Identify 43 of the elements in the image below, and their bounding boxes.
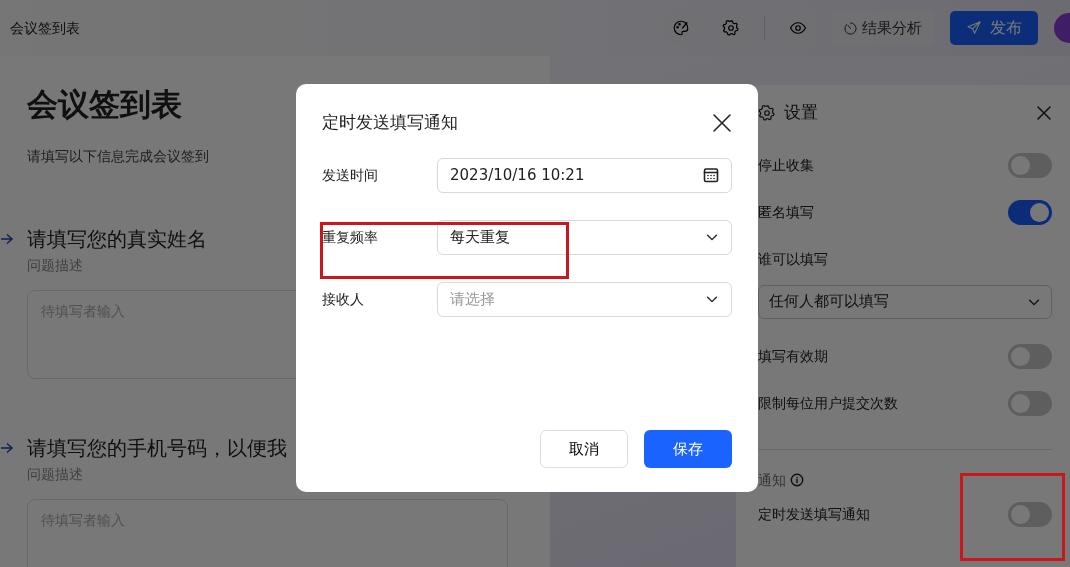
setting-label: 匿名填写: [758, 202, 814, 222]
setting-label: 填写有效期: [758, 346, 828, 366]
panel-title: 设置: [784, 101, 818, 124]
dialog-title: 定时发送填写通知: [322, 111, 458, 134]
toggle-switch[interactable]: [1008, 501, 1052, 527]
cancel-button[interactable]: 取消: [540, 430, 628, 468]
settings-icon: [758, 103, 776, 122]
settings-icon: [722, 19, 740, 37]
save-button[interactable]: 保存: [644, 430, 732, 468]
form-title: 会议签到表: [27, 85, 182, 124]
question-title: 请填写您的真实姓名: [27, 226, 207, 253]
palette-icon: [672, 19, 690, 37]
setting-label: 谁可以填写: [758, 249, 828, 269]
calendar-icon: [703, 167, 719, 183]
field-label: 接收人: [322, 289, 365, 309]
toggle-switch[interactable]: [1008, 390, 1052, 416]
avatar[interactable]: [1054, 13, 1070, 43]
toggle-switch[interactable]: [1008, 199, 1052, 225]
send-icon: [966, 20, 982, 36]
setting-label: 停止收集: [758, 155, 814, 175]
app-title: 会议签到表: [10, 18, 80, 38]
date-field[interactable]: 2023/10/16 10:21: [437, 157, 732, 193]
info-icon: [790, 473, 804, 487]
select-field[interactable]: 每天重复: [437, 219, 732, 255]
eye-icon: [789, 19, 807, 37]
close-icon: [712, 112, 732, 133]
question-title: 请填写您的手机号码，以便我: [27, 435, 287, 462]
setting-label: 定时发送填写通知: [758, 504, 870, 524]
timer-icon: [843, 20, 858, 36]
section-heading: 通知: [758, 470, 786, 490]
arrow-icon: [0, 442, 14, 454]
toggle-switch[interactable]: [1008, 152, 1052, 178]
toggle-switch[interactable]: [1008, 343, 1052, 369]
select-field[interactable]: 请选择: [437, 281, 732, 317]
close-button[interactable]: [712, 112, 732, 133]
publish-button[interactable]: 发布: [950, 11, 1038, 45]
field-label: 发送时间: [322, 165, 379, 185]
select-field[interactable]: 任何人都可以填写: [758, 284, 1052, 319]
close-icon: [1036, 104, 1052, 121]
setting-label: 限制每位用户提交次数: [758, 393, 898, 413]
arrow-icon: [0, 233, 14, 245]
form-description: 请填写以下信息完成会议签到: [27, 147, 210, 166]
field-label: 重复频率: [322, 227, 379, 247]
